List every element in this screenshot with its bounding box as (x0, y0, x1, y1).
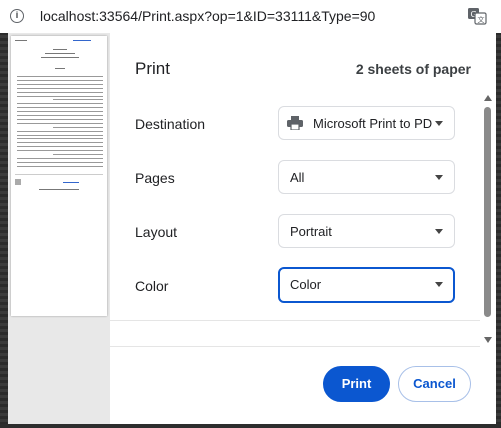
print-button[interactable]: Print (323, 366, 390, 402)
thumbnail-text-line (17, 111, 103, 113)
svg-text:文: 文 (478, 15, 485, 24)
thumbnail-text-line (17, 87, 103, 89)
thumbnail-text-line (17, 79, 103, 81)
thumbnail-text-line (53, 126, 103, 128)
thumbnail-text-line (17, 122, 103, 124)
print-preview-pane (8, 33, 110, 424)
thumbnail-text-line (17, 146, 103, 148)
layout-value: Portrait (290, 224, 332, 239)
thumbnail-text-line (17, 134, 103, 136)
pages-label: Pages (135, 170, 175, 186)
page-backdrop-right (496, 33, 501, 428)
thumbnail-text-line (17, 107, 103, 109)
layout-select[interactable]: Portrait (278, 214, 455, 248)
thumbnail-text-line (53, 154, 103, 155)
thumbnail-text-line (17, 161, 103, 163)
settings-scrollbar[interactable] (482, 95, 494, 345)
thumbnail-text-line (17, 76, 103, 77)
destination-select[interactable]: Microsoft Print to PD (278, 106, 455, 140)
footer-divider (110, 346, 480, 347)
thumbnail-text-line (17, 95, 103, 97)
thumbnail-text-line (17, 165, 103, 167)
color-select[interactable]: Color (278, 267, 455, 303)
color-label: Color (135, 278, 169, 294)
thumbnail-text-line (17, 115, 103, 116)
dialog-title: Print (135, 59, 170, 78)
page-backdrop-left (0, 33, 8, 428)
url-text[interactable]: localhost:33564/Print.aspx?op=1&ID=33111… (40, 8, 375, 24)
pages-value: All (290, 170, 305, 185)
scrollbar-thumb[interactable] (484, 107, 491, 317)
sheet-count: 2 sheets of paper (355, 61, 471, 77)
translate-icon[interactable]: G 文 (467, 7, 487, 25)
thumbnail-text-line (17, 150, 103, 152)
thumbnail-text-line (17, 138, 103, 140)
address-bar: i localhost:33564/Print.aspx?op=1&ID=331… (0, 0, 501, 34)
destination-label: Destination (135, 116, 206, 132)
thumbnail-text-line (17, 91, 103, 93)
thumbnail-text-line (17, 118, 103, 120)
thumbnail-text-line (53, 99, 103, 101)
destination-value: Microsoft Print to PD (313, 116, 433, 131)
chevron-down-icon (435, 282, 443, 287)
thumbnail-text-line (17, 83, 103, 85)
scroll-up-icon[interactable] (484, 95, 492, 101)
thumbnail-text-line (17, 157, 103, 159)
print-dialog: Print 2 sheets of paper Destination Micr… (110, 33, 496, 424)
section-divider (110, 320, 480, 321)
printer-icon (287, 116, 303, 130)
layout-label: Layout (135, 224, 178, 240)
chevron-down-icon (435, 121, 443, 126)
pages-select[interactable]: All (278, 160, 455, 194)
chevron-down-icon (435, 175, 443, 180)
thumbnail-text-line (17, 130, 103, 132)
site-info-icon[interactable]: i (10, 9, 24, 23)
thumbnail-text-line (17, 142, 103, 144)
page-preview-thumbnail (11, 36, 107, 316)
scroll-down-icon[interactable] (484, 337, 492, 343)
color-value: Color (290, 277, 322, 292)
cancel-button[interactable]: Cancel (398, 366, 471, 402)
page-backdrop-bottom (0, 424, 501, 428)
thumbnail-text-line (17, 103, 103, 105)
chevron-down-icon (435, 229, 443, 234)
